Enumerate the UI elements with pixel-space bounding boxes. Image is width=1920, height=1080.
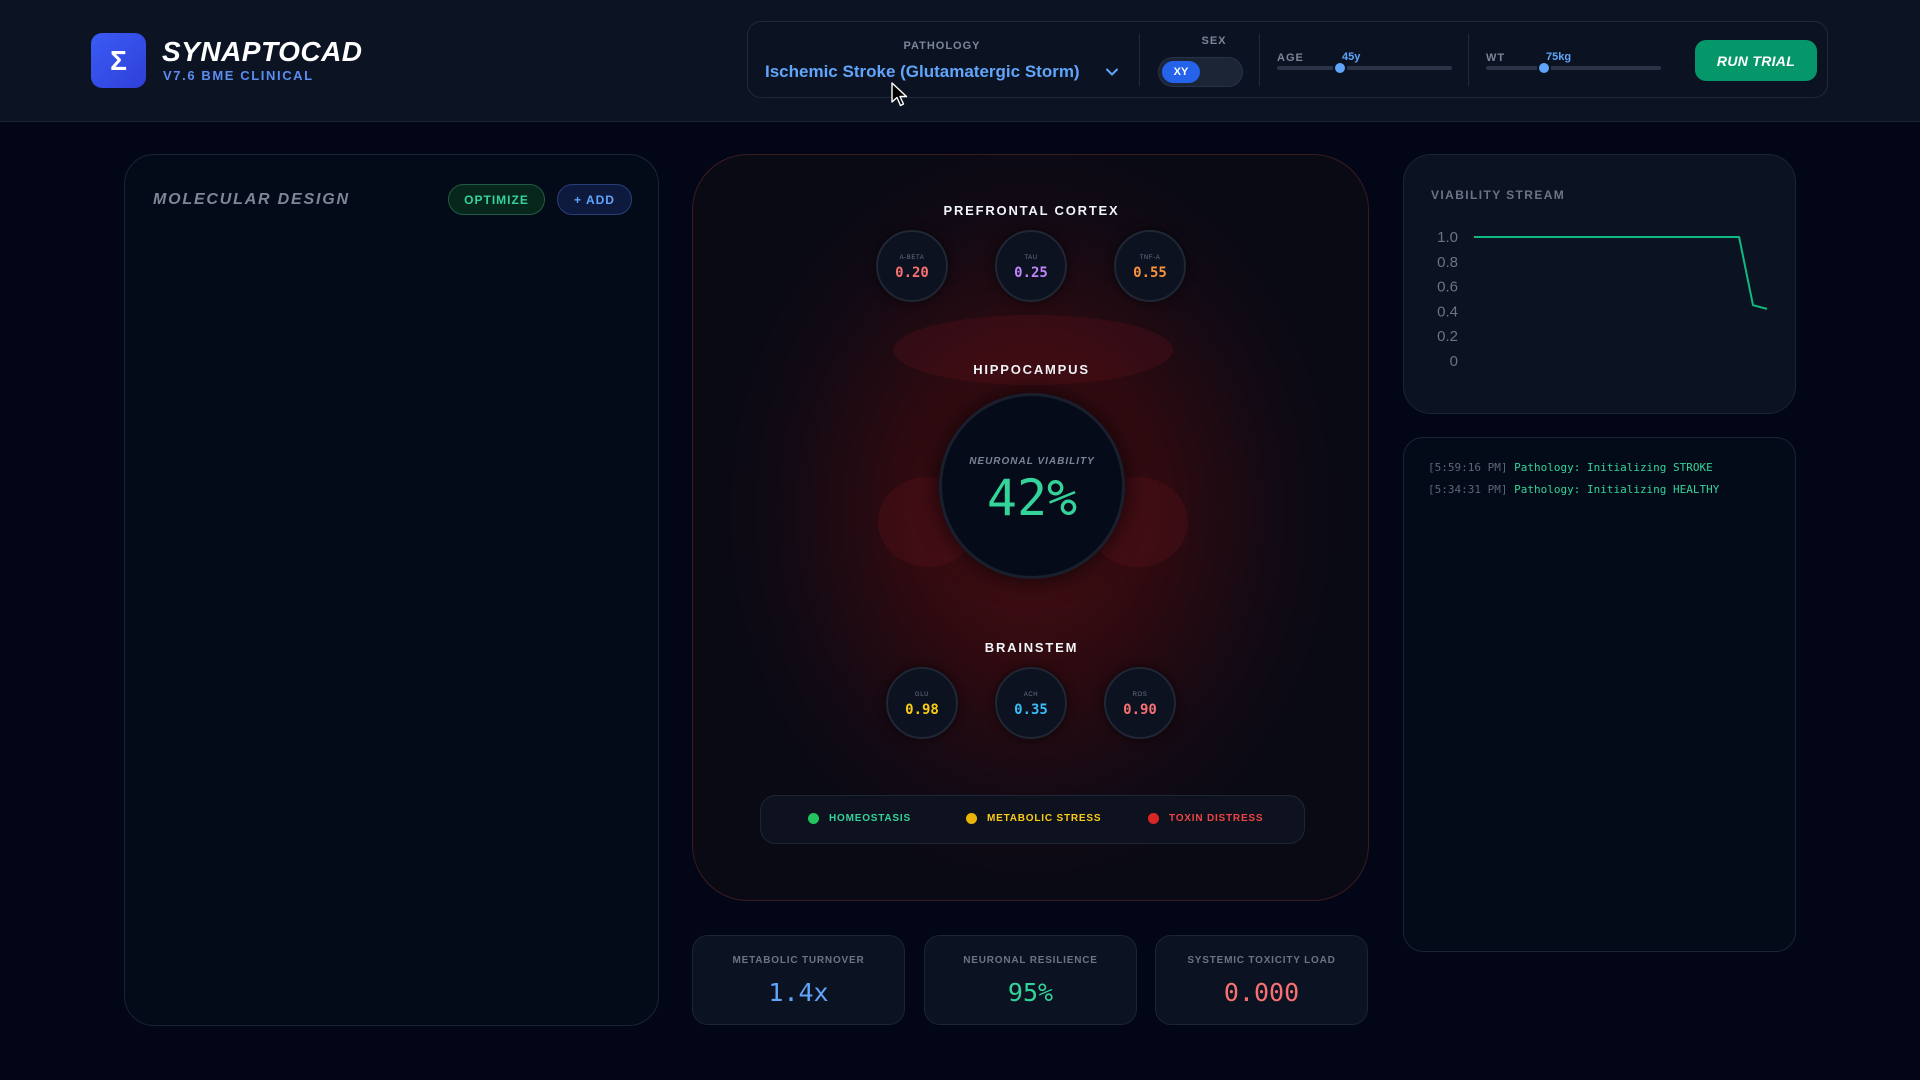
node-value: 0.20	[895, 265, 929, 281]
region-title-hippocampus: HIPPOCAMPUS	[973, 362, 1090, 377]
optimize-button[interactable]: OPTIMIZE	[448, 184, 545, 215]
divider	[1139, 34, 1140, 86]
node-label: ACH	[1023, 692, 1039, 698]
node-a-beta[interactable]: A-BETA 0.20	[876, 230, 948, 302]
metric-label: SYSTEMIC TOXICITY LOAD	[1187, 955, 1336, 966]
age-slider-track[interactable]	[1277, 66, 1452, 70]
legend-dot	[966, 813, 977, 824]
metric-card-neuronal-resilience: NEURONAL RESILIENCE 95%	[924, 935, 1137, 1025]
y-tick-label: 0.4	[1437, 303, 1458, 320]
add-molecule-button[interactable]: + ADD	[557, 184, 632, 215]
node-ros[interactable]: ROS 0.90	[1104, 667, 1176, 739]
status-legend: HOMEOSTASIS METABOLIC STRESS TOXIN DISTR…	[760, 795, 1305, 844]
legend-label: TOXIN DISTRESS	[1169, 813, 1264, 824]
node-value: 0.90	[1123, 702, 1157, 718]
run-trial-button[interactable]: RUN TRIAL	[1695, 40, 1817, 81]
log-timestamp: [5:59:16 PM]	[1428, 461, 1508, 474]
viability-stream-panel: VIABILITY STREAM 1.0 0.8 0.6 0.4 0.2 0	[1403, 154, 1796, 414]
molecular-design-panel: MOLECULAR DESIGN OPTIMIZE + ADD	[124, 154, 659, 1026]
app-version: V7.6 BME CLINICAL	[163, 68, 314, 83]
node-ach[interactable]: ACH 0.35	[995, 667, 1067, 739]
node-tnf-a[interactable]: TNF-A 0.55	[1114, 230, 1186, 302]
brain-map-panel: PREFRONTAL CORTEX A-BETA 0.20 TAU 0.25 T…	[692, 154, 1369, 901]
metric-card-metabolic-turnover: METABOLIC TURNOVER 1.4x	[692, 935, 905, 1025]
divider	[1259, 34, 1260, 86]
mouse-cursor-icon	[891, 82, 908, 107]
divider	[1468, 34, 1469, 86]
pathology-label: PATHOLOGY	[903, 40, 981, 52]
legend-homeostasis: HOMEOSTASIS	[808, 813, 911, 824]
event-log-panel: [5:59:16 PM] Pathology: Initializing STR…	[1403, 437, 1796, 952]
y-tick-label: 0.6	[1437, 279, 1458, 296]
age-value: 45y	[1342, 51, 1361, 63]
region-title-brainstem: BRAINSTEM	[984, 640, 1079, 655]
neuronal-viability-gauge: NEURONAL VIABILITY 42%	[939, 393, 1125, 579]
log-message: Pathology: Initializing STROKE	[1514, 461, 1713, 474]
sex-label: SEX	[1201, 35, 1227, 47]
metric-label: METABOLIC TURNOVER	[732, 955, 865, 966]
sex-toggle[interactable]: XY	[1158, 57, 1243, 87]
app-name: SYNAPTOCAD	[162, 36, 363, 67]
weight-slider-track[interactable]	[1486, 66, 1661, 70]
metric-value: 0.000	[1223, 978, 1300, 1007]
legend-metabolic-stress: METABOLIC STRESS	[966, 813, 1101, 824]
node-label: TNF-A	[1139, 255, 1161, 261]
logo-icon: Σ	[91, 33, 146, 88]
legend-toxin-distress: TOXIN DISTRESS	[1148, 813, 1263, 824]
pathology-select[interactable]: Ischemic Stroke (Glutamatergic Storm)	[765, 62, 1080, 82]
legend-dot	[1148, 813, 1159, 824]
y-tick-label: 0.8	[1437, 254, 1458, 271]
gauge-label: NEURONAL VIABILITY	[969, 456, 1095, 467]
node-label: ROS	[1132, 692, 1148, 698]
node-label: GLU	[914, 692, 930, 698]
node-label: TAU	[1024, 255, 1038, 261]
viability-chart: 1.0 0.8 0.6 0.4 0.2 0	[1437, 229, 1768, 370]
region-title-prefrontal: PREFRONTAL CORTEX	[943, 203, 1120, 218]
node-value: 0.98	[905, 702, 939, 718]
log-entry: [5:59:16 PM] Pathology: Initializing STR…	[1428, 461, 1713, 474]
trial-controls: PATHOLOGY Ischemic Stroke (Glutamatergic…	[747, 21, 1828, 98]
node-value: 0.55	[1133, 265, 1167, 281]
weight-value: 75kg	[1546, 51, 1572, 63]
y-tick-label: 0	[1450, 353, 1458, 370]
log-message: Pathology: Initializing HEALTHY	[1514, 483, 1720, 496]
node-glu[interactable]: GLU 0.98	[886, 667, 958, 739]
metric-value: 95%	[1007, 978, 1054, 1007]
y-tick-label: 1.0	[1437, 229, 1458, 246]
gauge-value: 42%	[986, 469, 1078, 527]
node-value: 0.25	[1014, 265, 1048, 281]
log-timestamp: [5:34:31 PM]	[1428, 483, 1508, 496]
panel-title: MOLECULAR DESIGN	[153, 191, 350, 208]
chevron-down-icon[interactable]	[1104, 64, 1120, 80]
sex-toggle-knob: XY	[1162, 61, 1200, 83]
viability-series-line	[1474, 236, 1768, 310]
y-tick-label: 0.2	[1437, 328, 1458, 345]
node-value: 0.35	[1014, 702, 1048, 718]
metric-label: NEURONAL RESILIENCE	[963, 955, 1098, 966]
weight-label: WT	[1486, 52, 1506, 64]
node-tau[interactable]: TAU 0.25	[995, 230, 1067, 302]
log-entry: [5:34:31 PM] Pathology: Initializing HEA…	[1428, 483, 1719, 496]
metric-value: 1.4x	[768, 978, 829, 1007]
age-label: AGE	[1277, 52, 1304, 64]
weight-slider-thumb[interactable]	[1537, 61, 1551, 75]
metric-card-systemic-toxicity: SYSTEMIC TOXICITY LOAD 0.000	[1155, 935, 1368, 1025]
node-label: A-BETA	[899, 255, 925, 261]
legend-dot	[808, 813, 819, 824]
app-header: Σ SYNAPTOCAD V7.6 BME CLINICAL PATHOLOGY…	[0, 0, 1920, 122]
legend-label: HOMEOSTASIS	[829, 813, 911, 824]
legend-label: METABOLIC STRESS	[987, 813, 1102, 824]
age-slider-thumb[interactable]	[1333, 61, 1347, 75]
